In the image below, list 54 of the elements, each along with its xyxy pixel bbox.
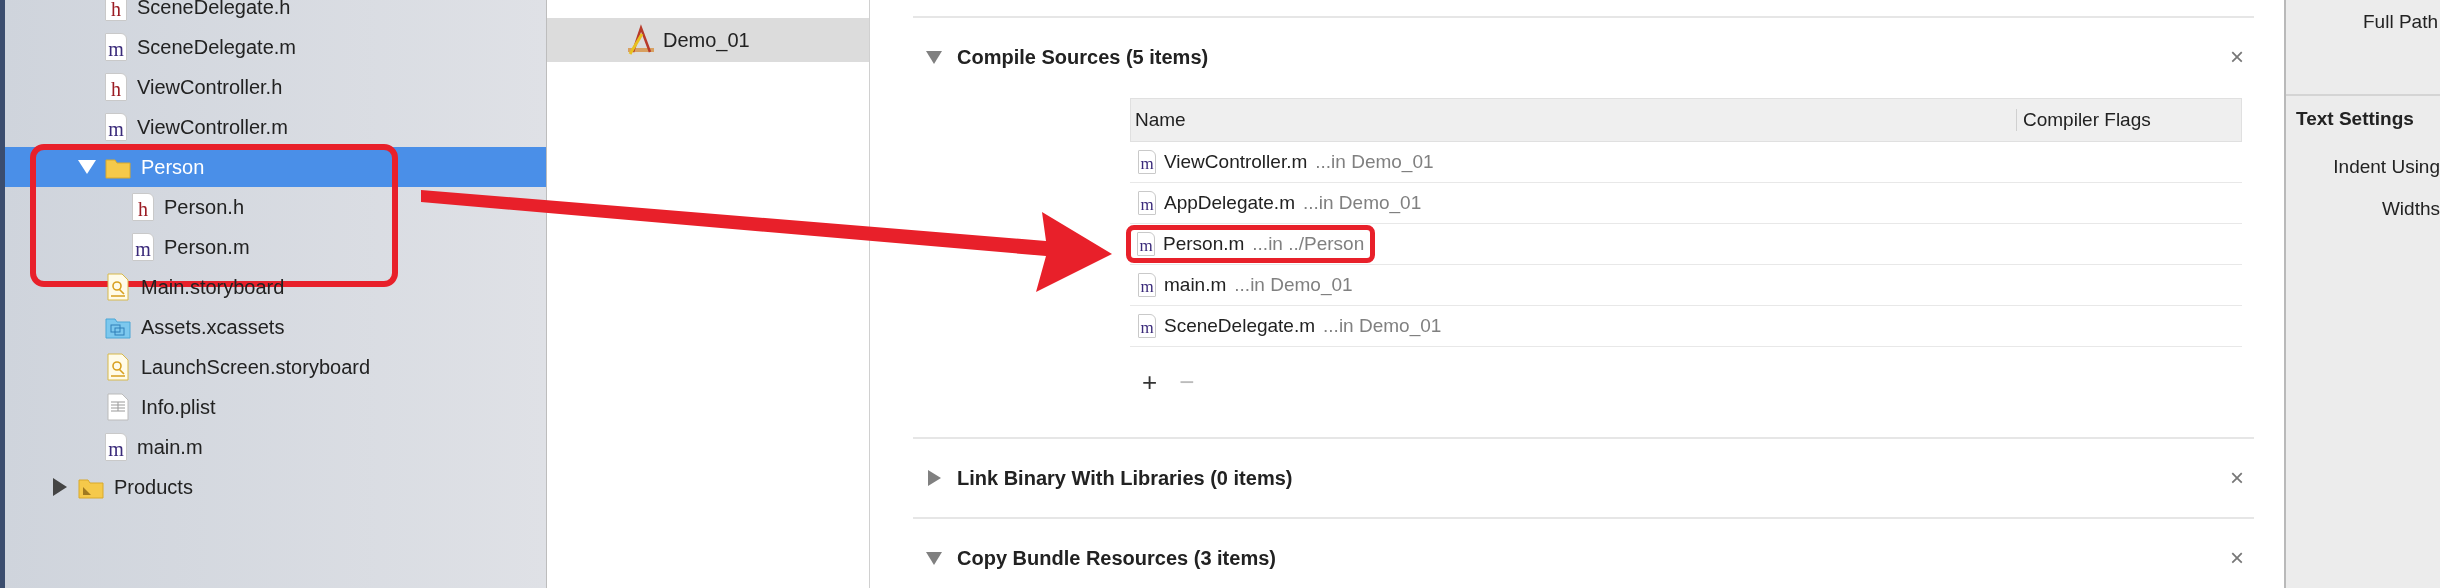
navigator-row[interactable]: Info.plist — [5, 387, 546, 427]
header-file-icon: h — [132, 193, 154, 221]
navigator-row[interactable]: h ViewController.h — [5, 67, 546, 107]
phase-title: Compile Sources (5 items) — [957, 45, 1210, 69]
navigator-row[interactable]: m Person.m — [5, 227, 546, 267]
file-location: ...in ../Person — [1252, 233, 1365, 255]
file-name: main.m — [1164, 274, 1227, 296]
header-file-icon: h — [105, 73, 127, 101]
navigator-row[interactable]: m ViewController.m — [5, 107, 546, 147]
navigator-row[interactable]: LaunchScreen.storyboard — [5, 347, 546, 387]
app-icon — [625, 24, 657, 56]
source-file-icon: m — [1138, 191, 1156, 215]
file-name: AppDelegate.m — [1164, 192, 1295, 214]
file-location: ...in Demo_01 — [1234, 274, 1353, 296]
file-location: ...in Demo_01 — [1315, 151, 1434, 173]
column-header[interactable]: Name — [1131, 109, 2016, 131]
field-label: Widths — [2380, 197, 2440, 220]
phase-header[interactable]: Compile Sources (5 items) × — [913, 18, 2254, 96]
field-label: Full Path — [2363, 11, 2438, 33]
source-file-icon: m — [105, 433, 127, 461]
storyboard-file-icon — [105, 273, 131, 301]
column-header[interactable]: Compiler Flags — [2016, 109, 2241, 131]
navigator-row[interactable]: Assets.xcassets — [5, 307, 546, 347]
add-button[interactable]: + — [1138, 366, 1162, 398]
phase-title: Copy Bundle Resources (3 items) — [957, 546, 1277, 570]
phase-header[interactable]: Link Binary With Libraries (0 items) × — [913, 439, 2254, 517]
phase-title: Link Binary With Libraries (0 items) — [957, 466, 1294, 490]
file-name: ViewController.m — [1164, 151, 1308, 173]
file-location: ...in Demo_01 — [1323, 315, 1442, 337]
source-file-icon: m — [132, 233, 154, 261]
navigator-row[interactable]: h Person.h — [5, 187, 546, 227]
navigator-row[interactable]: m main.m — [5, 427, 546, 467]
source-file-icon: m — [105, 113, 127, 141]
close-button[interactable]: × — [2220, 464, 2254, 492]
file-location: ...in Demo_01 — [1302, 192, 1422, 214]
target-row[interactable]: Demo_01 — [547, 18, 869, 62]
header-file-icon: h — [105, 0, 127, 21]
file-name: Person.m — [1163, 233, 1245, 255]
source-file-icon: m — [1137, 232, 1155, 256]
source-file-icon: m — [1138, 314, 1156, 338]
source-file-icon: m — [1138, 273, 1156, 297]
navigator-row[interactable]: Products — [5, 467, 546, 507]
field-label: Indent Using — [2332, 155, 2440, 178]
phase-header[interactable]: Copy Bundle Resources (3 items) × — [913, 519, 2254, 588]
source-file-icon: m — [105, 33, 127, 61]
navigator-row[interactable]: Main.storyboard — [5, 267, 546, 307]
section-title: Text Settings — [2295, 107, 2415, 130]
close-button[interactable]: × — [2220, 43, 2254, 71]
plist-file-icon — [105, 393, 131, 421]
close-button[interactable]: × — [2220, 544, 2254, 572]
storyboard-file-icon — [105, 353, 131, 381]
source-file-icon: m — [1138, 150, 1156, 174]
file-name: SceneDelegate.m — [1164, 315, 1316, 337]
navigator-row[interactable]: m SceneDelegate.m — [5, 27, 546, 67]
